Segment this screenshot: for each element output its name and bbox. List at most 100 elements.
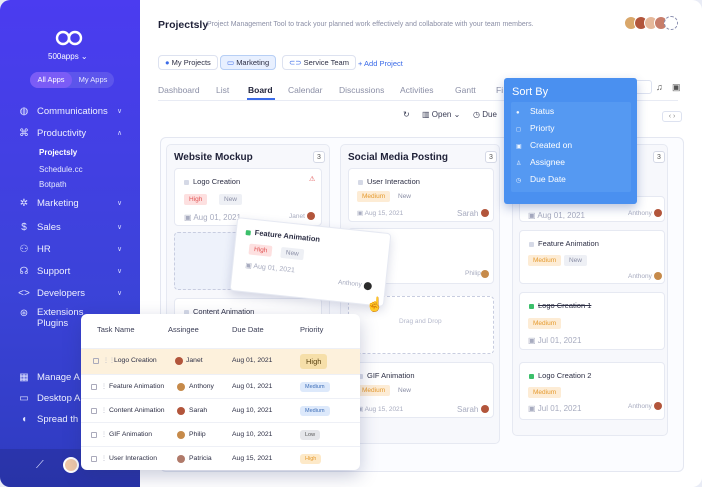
megaphone-icon: ◖ — [20, 413, 28, 425]
calendar-icon: ▭ — [227, 58, 235, 67]
team-avatars[interactable] — [624, 16, 678, 30]
tab-list[interactable]: List — [216, 85, 229, 95]
avatar — [654, 272, 662, 280]
table-row[interactable]: ⋮ GIF Animation Philip Aug 10, 2021 Low — [81, 422, 360, 446]
task-card-user-interaction[interactable]: User Interaction Medium New ▣ Aug 15, 20… — [348, 168, 494, 222]
drop-zone-label: Drag and Drop — [399, 318, 442, 325]
avatar — [177, 431, 185, 439]
sidebar-item-developers[interactable]: <> Developers ∨ — [0, 284, 140, 302]
check-icon — [529, 373, 534, 379]
sort-option-status[interactable]: ● Status — [516, 106, 554, 116]
priority-badge: Low — [300, 430, 321, 440]
tab-label: Marketing — [236, 58, 270, 67]
project-tab-service-team[interactable]: ⊂⊃ Service Team — [282, 55, 356, 70]
due-date: Aug 10, 2021 — [232, 407, 273, 414]
org-switcher[interactable]: 500apps ⌄ — [48, 52, 88, 61]
all-apps-pill[interactable]: All Apps — [30, 72, 72, 88]
table-row[interactable]: ⋮ Feature Animation Anthony Aug 01, 2021… — [81, 374, 360, 398]
table-row[interactable]: ⋮ Content Animation Sarah Aug 10, 2021 M… — [81, 398, 360, 422]
row-checkbox[interactable] — [91, 456, 97, 462]
tab-files[interactable]: Fi — [496, 85, 503, 95]
priority-badge: High — [300, 454, 322, 464]
project-tab-marketing[interactable]: ▭ Marketing — [220, 55, 277, 70]
calendar-icon[interactable]: ▣ — [672, 82, 681, 93]
sidebar-subitem-botpath[interactable]: Botpath — [39, 180, 67, 189]
card-title: User Interaction — [358, 177, 420, 186]
sidebar-subitem-projectsly[interactable]: Projectsly — [39, 148, 77, 157]
task-name: GIF Animation — [109, 431, 153, 438]
my-apps-pill[interactable]: My Apps — [72, 72, 114, 88]
sidebar-item-marketing[interactable]: ✲ Marketing ∨ — [0, 194, 140, 212]
sort-due-dropdown[interactable]: ◷ Due — [473, 110, 497, 119]
task-card-logo-creation-1[interactable]: Logo Creation 1 Medium ▣ Jul 01, 2021 — [519, 292, 665, 350]
card-title: Logo Creation — [184, 177, 240, 186]
code-icon: <> — [18, 287, 30, 299]
column-header-assignee: Assingee — [168, 325, 199, 334]
filter-open-dropdown[interactable]: ▥ Open ⌄ — [422, 110, 460, 119]
tab-activities[interactable]: Activities — [400, 85, 434, 95]
row-checkbox[interactable] — [91, 384, 97, 390]
tab-board[interactable]: Board — [248, 85, 273, 95]
column-title: Social Media Posting — [348, 152, 449, 163]
owner-name: Sarah — [457, 209, 479, 218]
row-checkbox[interactable] — [93, 358, 99, 364]
alert-icon: ⚠ — [309, 176, 316, 183]
status-badge: New — [393, 191, 417, 202]
avatar — [363, 281, 373, 291]
user-avatar[interactable] — [63, 457, 79, 473]
avatar — [654, 209, 662, 217]
tab-discussions[interactable]: Discussions — [339, 85, 384, 95]
task-card-gif-animation[interactable]: GIF Animation Medium New ▣ Aug 15, 2021 … — [348, 362, 494, 418]
task-card-logo-creation-2[interactable]: Logo Creation 2 Medium ▣ Jul 01, 2021 An… — [519, 362, 665, 420]
rocket-icon[interactable]: ⟋ — [36, 459, 44, 472]
tab-dashboard[interactable]: Dashboard — [158, 85, 200, 95]
status-badge: New — [393, 385, 417, 396]
owner-name: Anthony — [628, 403, 652, 410]
pager-arrows[interactable]: ‹ › — [662, 111, 682, 122]
sort-option-priority[interactable]: ◻ Priorty — [516, 123, 555, 133]
row-checkbox[interactable] — [91, 432, 97, 438]
tab-calendar[interactable]: Calendar — [288, 85, 323, 95]
sidebar-item-support[interactable]: ☊ Support ∨ — [0, 262, 140, 280]
user-icon: ♙ — [516, 161, 522, 167]
tab-label: Service Team — [303, 58, 349, 67]
project-tab-my-projects[interactable]: ● My Projects — [158, 55, 218, 70]
chevron-down-icon: ∨ — [117, 224, 123, 231]
due-date: ▣ Aug 15, 2021 — [357, 406, 404, 413]
task-card-feature-animation[interactable]: Feature Animation Medium New Anthony — [519, 230, 665, 284]
add-project-link[interactable]: + Add Project — [358, 59, 403, 68]
page-subtitle: Project Management Tool to track your pl… — [207, 21, 534, 28]
sidebar-item-label: Desktop A — [37, 392, 81, 404]
drag-handle-icon[interactable]: ⋮ — [101, 407, 107, 414]
sidebar-item-communications[interactable]: ◍ Communications ∨ — [0, 102, 140, 120]
avatar — [177, 407, 185, 415]
table-row[interactable]: ⋮ User Interaction Patricia Aug 15, 2021… — [81, 446, 360, 470]
drag-handle-icon[interactable]: ⋮ — [101, 383, 107, 390]
drag-handle-icon[interactable]: ⋮ — [101, 455, 107, 462]
assignee-name: Anthony — [189, 383, 214, 390]
drag-handle-icon[interactable]: ⋮ — [101, 431, 107, 438]
sidebar-item-sales[interactable]: $ Sales ∨ — [0, 218, 140, 236]
refresh-icon[interactable]: ↻ — [403, 110, 410, 119]
sidebar-item-productivity[interactable]: ⌘ Productivity ∧ — [0, 124, 140, 142]
priority-badge: Medium — [528, 255, 562, 266]
sidebar-item-hr[interactable]: ⚇ HR ∨ — [0, 240, 140, 258]
avatar — [175, 357, 183, 365]
sort-option-assignee[interactable]: ♙ Assignee — [516, 157, 565, 167]
sidebar-item-label: Sales — [37, 221, 61, 233]
sidebar-subitem-schedule[interactable]: Schedule.cc — [39, 165, 83, 174]
add-member-icon[interactable] — [664, 16, 678, 30]
tab-gantt[interactable]: Gantt — [455, 85, 476, 95]
sort-option-due-date[interactable]: ◷ Due Date — [516, 174, 566, 184]
row-checkbox[interactable] — [91, 408, 97, 414]
bell-icon[interactable]: ♫ — [656, 82, 663, 92]
filter-label: Open ⌄ — [431, 110, 461, 119]
sort-label: Due — [482, 110, 497, 119]
avatar — [481, 405, 489, 413]
table-row[interactable]: ⋮⋮ Logo Creation Janet Aug 01, 2021 High — [81, 348, 360, 374]
sort-option-created-on[interactable]: ▣ Created on — [516, 140, 572, 150]
page-title: Projectsly — [158, 19, 209, 31]
avatar — [177, 383, 185, 391]
sort-by-panel: Sort By ● Status ◻ Priorty ▣ Created on ♙ As… — [504, 78, 637, 204]
dollar-icon: $ — [21, 221, 27, 233]
